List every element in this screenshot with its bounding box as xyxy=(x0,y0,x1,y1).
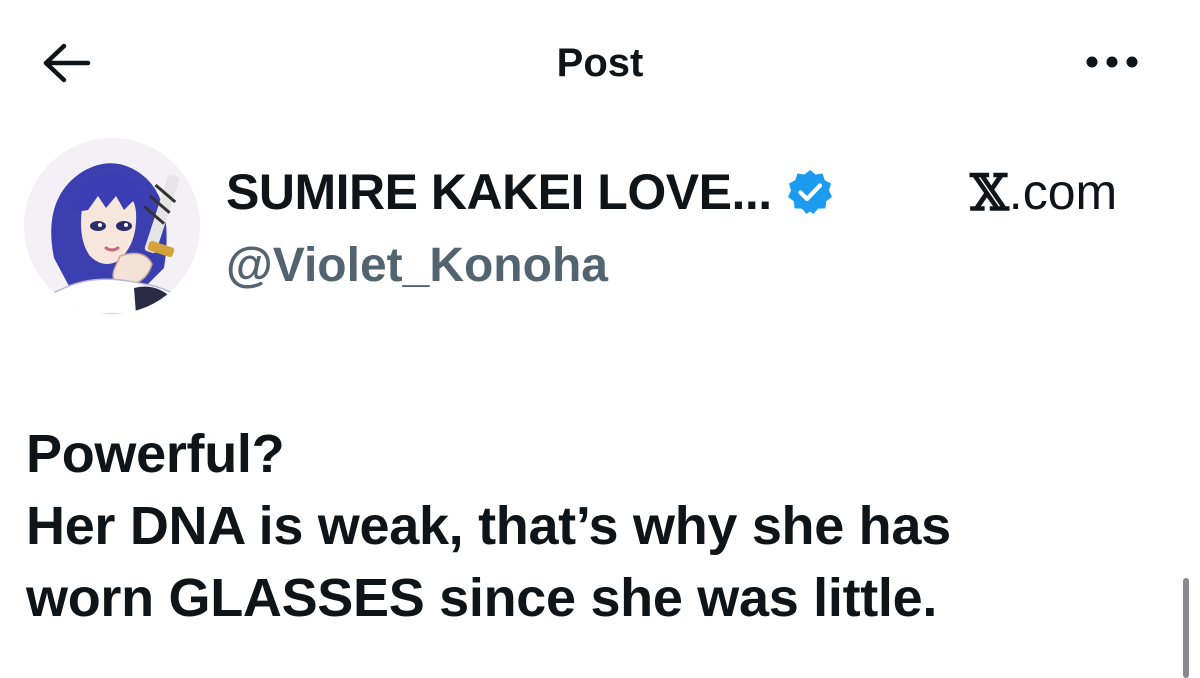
back-button[interactable] xyxy=(38,38,94,88)
page-title: Post xyxy=(556,41,644,85)
tweet-line: Her DNA is weak, that’s why she has xyxy=(26,496,951,556)
tweet-text: Powerful? Her DNA is weak, that’s why sh… xyxy=(26,418,1176,634)
more-horizontal-icon xyxy=(1086,56,1138,68)
source-domain-suffix: .com xyxy=(1008,164,1118,220)
post-screen: Post SUMIRE KAKEI LOVE... @Violet_Konoha… xyxy=(0,0,1200,678)
x-com-source-label: 𝕏 .com xyxy=(970,160,1117,224)
verified-badge-icon xyxy=(786,168,834,216)
username-handle[interactable]: @Violet_Konoha xyxy=(226,236,608,296)
avatar-illustration xyxy=(24,138,200,314)
more-options-button[interactable] xyxy=(1080,40,1144,84)
author-name-row[interactable]: SUMIRE KAKEI LOVE... xyxy=(226,160,834,224)
scrollbar[interactable] xyxy=(1183,578,1189,678)
tweet-line: Powerful? xyxy=(26,424,285,484)
avatar[interactable] xyxy=(24,138,200,314)
arrow-left-icon xyxy=(43,43,91,83)
tweet-line: worn GLASSES since she was little. xyxy=(26,568,938,628)
top-nav-bar: Post xyxy=(0,0,1200,120)
display-name[interactable]: SUMIRE KAKEI LOVE... xyxy=(226,163,772,221)
x-logo-icon: 𝕏 xyxy=(970,162,1009,222)
